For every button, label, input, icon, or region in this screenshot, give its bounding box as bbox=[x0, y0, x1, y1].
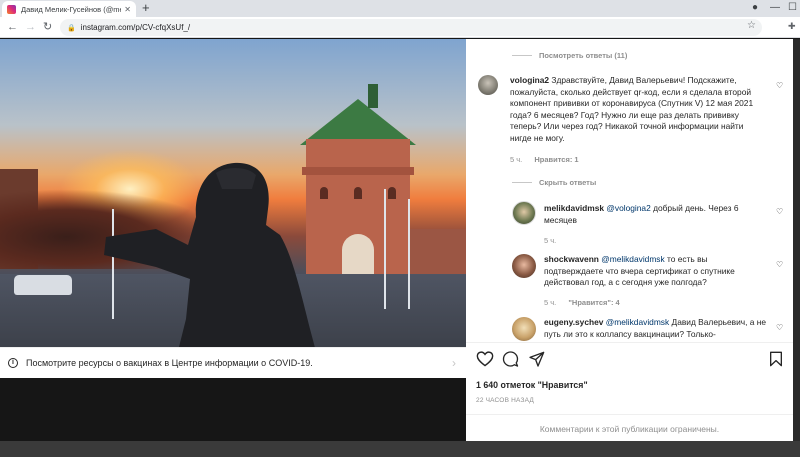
reply-likes-count[interactable]: "Нравится": 4 bbox=[568, 298, 619, 307]
maximize-icon[interactable]: ☐ bbox=[788, 2, 797, 14]
comment-bubble-icon[interactable] bbox=[502, 351, 519, 367]
back-arrow-icon[interactable]: ← bbox=[7, 20, 18, 34]
post-actions-section: 1 640 отметок "Нравится" 22 ЧАСОВ НАЗАД … bbox=[466, 342, 793, 441]
hide-replies-label: Скрыть ответы bbox=[539, 178, 597, 187]
tower-spire bbox=[368, 84, 378, 108]
page-scrollbar[interactable] bbox=[793, 39, 800, 441]
reply-meta: 5 ч. bbox=[544, 236, 556, 245]
comment-body: vologina2 Здравствуйте, Давид Валерьевич… bbox=[510, 75, 760, 144]
view-replies-label: Посмотреть ответы (11) bbox=[539, 51, 628, 60]
like-reply-heart-icon[interactable]: ♡ bbox=[776, 323, 783, 332]
street-lamp bbox=[408, 199, 410, 309]
statue-silhouette bbox=[104, 162, 315, 347]
reply-mention[interactable]: @melikdavidmsk bbox=[601, 254, 664, 264]
comments-list[interactable]: Посмотреть ответы (11) vologina2 Здравст… bbox=[466, 39, 793, 342]
likes-count[interactable]: 1 640 отметок "Нравится" bbox=[476, 380, 588, 390]
tab-strip: Давид Мелик-Гусейнов (@melik ✕ + ● — ☐ bbox=[0, 0, 800, 17]
comments-limited-notice: Комментарии к этой публикации ограничены… bbox=[466, 414, 793, 442]
reply-mention[interactable]: @melikdavidmsk bbox=[606, 317, 669, 327]
omnibox[interactable]: 🔒 instagram.com/p/CV-cfqXsUf_/ ☆ bbox=[60, 19, 762, 36]
reply-username[interactable]: eugeny.sychev bbox=[544, 317, 603, 327]
minimize-icon[interactable]: — bbox=[770, 2, 780, 14]
url-text[interactable]: instagram.com/p/CV-cfqXsUf_/ bbox=[81, 23, 190, 32]
reply-body: melikdavidmsk @vologina2 добрый день. Че… bbox=[544, 203, 764, 226]
instagram-favicon-icon bbox=[7, 4, 16, 14]
avatar[interactable] bbox=[478, 75, 498, 95]
extensions-puzzle-icon[interactable]: ✚ bbox=[788, 21, 796, 32]
page-bottom-strip bbox=[0, 441, 800, 457]
reply-item: melikdavidmsk @vologina2 добрый день. Че… bbox=[512, 201, 788, 249]
lock-icon: 🔒 bbox=[67, 24, 76, 32]
profile-record-icon[interactable]: ● bbox=[752, 2, 758, 14]
view-replies-toggle[interactable]: Посмотреть ответы (11) bbox=[512, 51, 627, 60]
reply-mention[interactable]: @vologina2 bbox=[606, 203, 650, 213]
tab-title: Давид Мелик-Гусейнов (@melik bbox=[21, 4, 122, 14]
reply-item: eugeny.sychev @melikdavidmsk Давид Валер… bbox=[512, 317, 788, 342]
comment-username[interactable]: vologina2 bbox=[510, 75, 549, 85]
post-photo[interactable] bbox=[0, 39, 466, 347]
reply-item: shockwavenn @melikdavidmsk то есть вы по… bbox=[512, 254, 788, 314]
reply-username[interactable]: melikdavidmsk bbox=[544, 203, 604, 213]
reply-meta: 5 ч. "Нравится": 4 bbox=[544, 298, 620, 307]
comment-likes-count[interactable]: Нравится: 1 bbox=[534, 155, 578, 164]
like-comment-heart-icon[interactable]: ♡ bbox=[776, 81, 783, 90]
reload-icon[interactable]: ↻ bbox=[43, 20, 52, 34]
address-bar-row: ← → ↻ 🔒 instagram.com/p/CV-cfqXsUf_/ ☆ ✚ bbox=[0, 17, 800, 38]
street-lamp bbox=[384, 189, 386, 309]
new-tab-icon[interactable]: + bbox=[142, 1, 150, 15]
comment-time[interactable]: 5 ч. bbox=[510, 155, 522, 164]
thread-line bbox=[512, 182, 532, 183]
reply-username[interactable]: shockwavenn bbox=[544, 254, 599, 264]
bookmark-star-icon[interactable]: ☆ bbox=[747, 20, 756, 31]
forward-arrow-icon[interactable]: → bbox=[25, 20, 36, 34]
avatar[interactable] bbox=[512, 201, 536, 225]
avatar[interactable] bbox=[512, 317, 536, 341]
info-icon: i bbox=[8, 358, 18, 368]
like-reply-heart-icon[interactable]: ♡ bbox=[776, 260, 783, 269]
save-bookmark-icon[interactable] bbox=[769, 351, 783, 367]
avatar[interactable] bbox=[512, 254, 536, 278]
covid-info-banner[interactable]: i Посмотрите ресурсы о вакцинах в Центре… bbox=[0, 347, 466, 378]
tower-window bbox=[388, 187, 396, 199]
reply-body: eugeny.sychev @melikdavidmsk Давид Валер… bbox=[544, 317, 769, 340]
browser-tab[interactable]: Давид Мелик-Гусейнов (@melik ✕ bbox=[2, 1, 136, 17]
close-tab-icon[interactable]: ✕ bbox=[124, 5, 131, 14]
comment-meta: 5 ч. Нравится: 1 bbox=[510, 155, 579, 164]
reply-time[interactable]: 5 ч. bbox=[544, 298, 556, 307]
comment-text: Здравствуйте, Давид Валерьевич! Подскажи… bbox=[510, 75, 754, 143]
reply-time[interactable]: 5 ч. bbox=[544, 236, 556, 245]
like-heart-icon[interactable] bbox=[476, 351, 494, 367]
like-reply-heart-icon[interactable]: ♡ bbox=[776, 207, 783, 216]
post-side-panel: Посмотреть ответы (11) vologina2 Здравст… bbox=[466, 39, 793, 441]
share-paper-plane-icon[interactable] bbox=[529, 351, 545, 367]
chevron-right-icon[interactable]: › bbox=[452, 356, 456, 370]
covid-banner-text[interactable]: Посмотрите ресурсы о вакцинах в Центре и… bbox=[26, 358, 313, 368]
reply-body: shockwavenn @melikdavidmsk то есть вы по… bbox=[544, 254, 769, 289]
thread-line bbox=[512, 55, 532, 56]
post-timestamp[interactable]: 22 ЧАСОВ НАЗАД bbox=[476, 397, 534, 404]
car bbox=[14, 275, 72, 295]
hide-replies-toggle[interactable]: Скрыть ответы bbox=[512, 178, 596, 187]
